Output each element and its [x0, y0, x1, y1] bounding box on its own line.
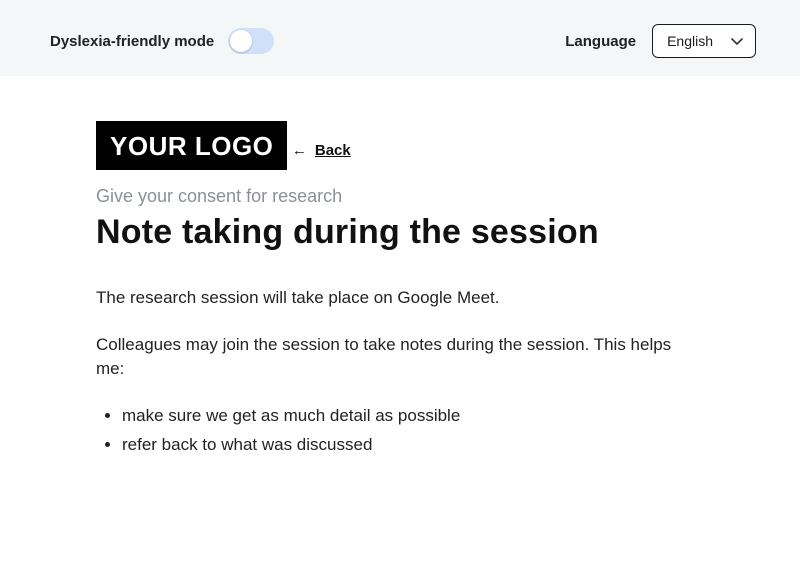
language-select[interactable]: English [652, 24, 756, 58]
paragraph-2: Colleagues may join the session to take … [96, 333, 704, 382]
toggle-knob [230, 30, 252, 52]
content-column: YOUR LOGO ← Back Give your consent for r… [0, 76, 800, 457]
list-item: refer back to what was discussed [122, 433, 704, 458]
dyslexia-mode-group: Dyslexia-friendly mode [50, 28, 274, 54]
language-label: Language [565, 33, 636, 50]
arrow-left-icon: ← [292, 142, 307, 159]
page-body: YOUR LOGO ← Back Give your consent for r… [0, 76, 800, 570]
dyslexia-mode-toggle[interactable] [228, 28, 274, 54]
back-link[interactable]: ← Back [292, 142, 351, 159]
chevron-down-icon [731, 38, 743, 45]
language-group: Language English [565, 24, 756, 58]
page-title: Note taking during the session [96, 213, 704, 252]
top-bar: Dyslexia-friendly mode Language English [0, 0, 800, 76]
back-link-label: Back [315, 142, 351, 159]
bullet-list: make sure we get as much detail as possi… [96, 404, 704, 457]
section-eyebrow: Give your consent for research [96, 186, 704, 207]
body-text: The research session will take place on … [96, 286, 704, 457]
language-selected-value: English [667, 33, 713, 49]
logo-placeholder: YOUR LOGO [96, 121, 287, 170]
list-item: make sure we get as much detail as possi… [122, 404, 704, 429]
dyslexia-mode-label: Dyslexia-friendly mode [50, 33, 214, 50]
paragraph-1: The research session will take place on … [96, 286, 704, 311]
